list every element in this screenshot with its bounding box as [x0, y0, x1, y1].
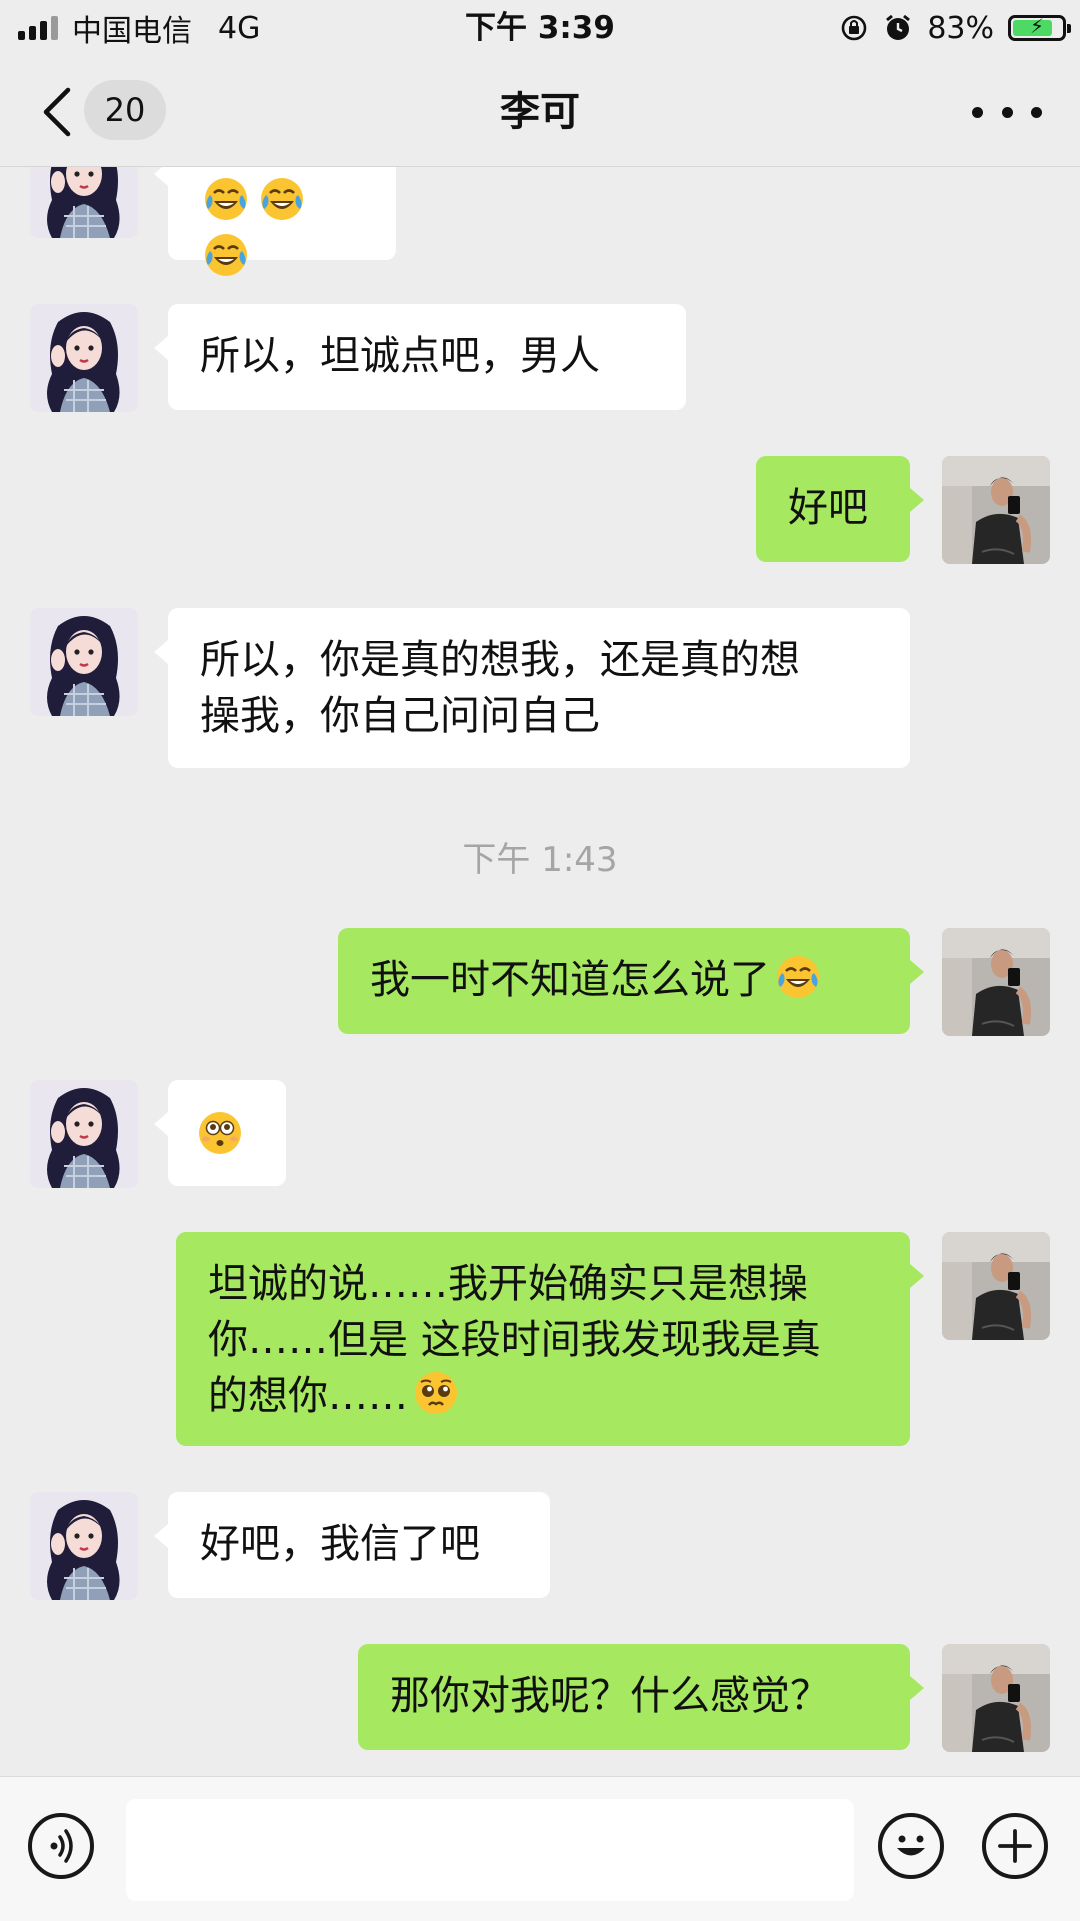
message-bubble[interactable]	[154, 1080, 286, 1186]
message-bubble[interactable]: 我一时不知道怎么说了	[338, 928, 924, 1034]
plus-icon	[998, 1829, 1032, 1863]
message-bubble[interactable]: 坦诚的说……我开始确实只是想操 你……但是 这段时间我发现我是真 的想你……	[176, 1232, 924, 1446]
contact-avatar[interactable]	[30, 1080, 138, 1188]
status-right: 83% ⚡	[839, 8, 1071, 48]
message-text: 那你对我呢？什么感觉？	[390, 1673, 830, 1719]
more-options-button[interactable]	[972, 92, 1042, 132]
message-text-line: 坦诚的说……我开始确实只是想操	[208, 1261, 808, 1307]
message-text: 我一时不知道怎么说了	[370, 957, 770, 1003]
more-dots-icon	[972, 106, 983, 118]
flushed-emoji-icon	[196, 1109, 244, 1157]
crying-laughing-emoji-icon	[258, 175, 306, 223]
crying-laughing-emoji-icon	[202, 175, 250, 223]
message-bubble[interactable]: 所以，坦诚点吧，男人	[154, 304, 686, 410]
message-text-line: 所以，你是真的想我，还是真的想	[200, 637, 800, 683]
status-bar: 中国电信 4G 下午 3:39 83% ⚡	[0, 0, 1080, 58]
crying-laughing-emoji-icon	[202, 231, 250, 279]
message-text-line: 操我，你自己问问自己	[200, 693, 600, 739]
chat-title: 李可	[500, 89, 580, 135]
chat-header: 20 李可	[0, 58, 1080, 167]
smiley-icon	[897, 1835, 925, 1856]
message-text-line: 的想你……	[208, 1373, 408, 1419]
my-avatar[interactable]	[942, 928, 1050, 1036]
contact-avatar[interactable]	[30, 1492, 138, 1600]
contact-avatar[interactable]	[30, 304, 138, 412]
message-text: 所以，坦诚点吧，男人	[200, 333, 600, 379]
rotation-lock-icon	[842, 15, 867, 41]
voice-button[interactable]	[28, 1813, 94, 1879]
message-text: 好吧	[788, 485, 868, 531]
message-text-line: 你……但是 这段时间我发现我是真	[208, 1317, 821, 1363]
alarm-icon	[886, 14, 911, 40]
contact-avatar[interactable]	[30, 608, 138, 716]
my-avatar[interactable]	[942, 1232, 1050, 1340]
voice-icon	[50, 1829, 73, 1863]
crying-laughing-emoji-icon	[774, 953, 822, 1001]
message-list[interactable]: 所以，坦诚点吧，男人 好吧 所以，你是真的想我，还是真的想 操我，你自己问问自己…	[0, 0, 1080, 1776]
chat-timestamp: 下午 1:43	[462, 840, 618, 880]
message-bubble[interactable]: 好吧，我信了吧	[154, 1492, 550, 1598]
input-bar	[0, 1776, 1080, 1921]
pleading-emoji-icon	[412, 1369, 460, 1417]
message-bubble[interactable]: 那你对我呢？什么感觉？	[358, 1644, 924, 1750]
battery-icon: ⚡	[1008, 14, 1071, 41]
battery-percent: 83%	[927, 10, 994, 46]
message-bubble[interactable]: 好吧	[756, 456, 924, 562]
more-functions-button[interactable]	[982, 1813, 1048, 1879]
my-avatar[interactable]	[942, 456, 1050, 564]
my-avatar[interactable]	[942, 1644, 1050, 1752]
message-text: 好吧，我信了吧	[200, 1521, 480, 1567]
emoji-button[interactable]	[878, 1813, 944, 1879]
message-bubble[interactable]: 所以，你是真的想我，还是真的想 操我，你自己问问自己	[154, 608, 910, 768]
message-input[interactable]	[126, 1799, 854, 1901]
